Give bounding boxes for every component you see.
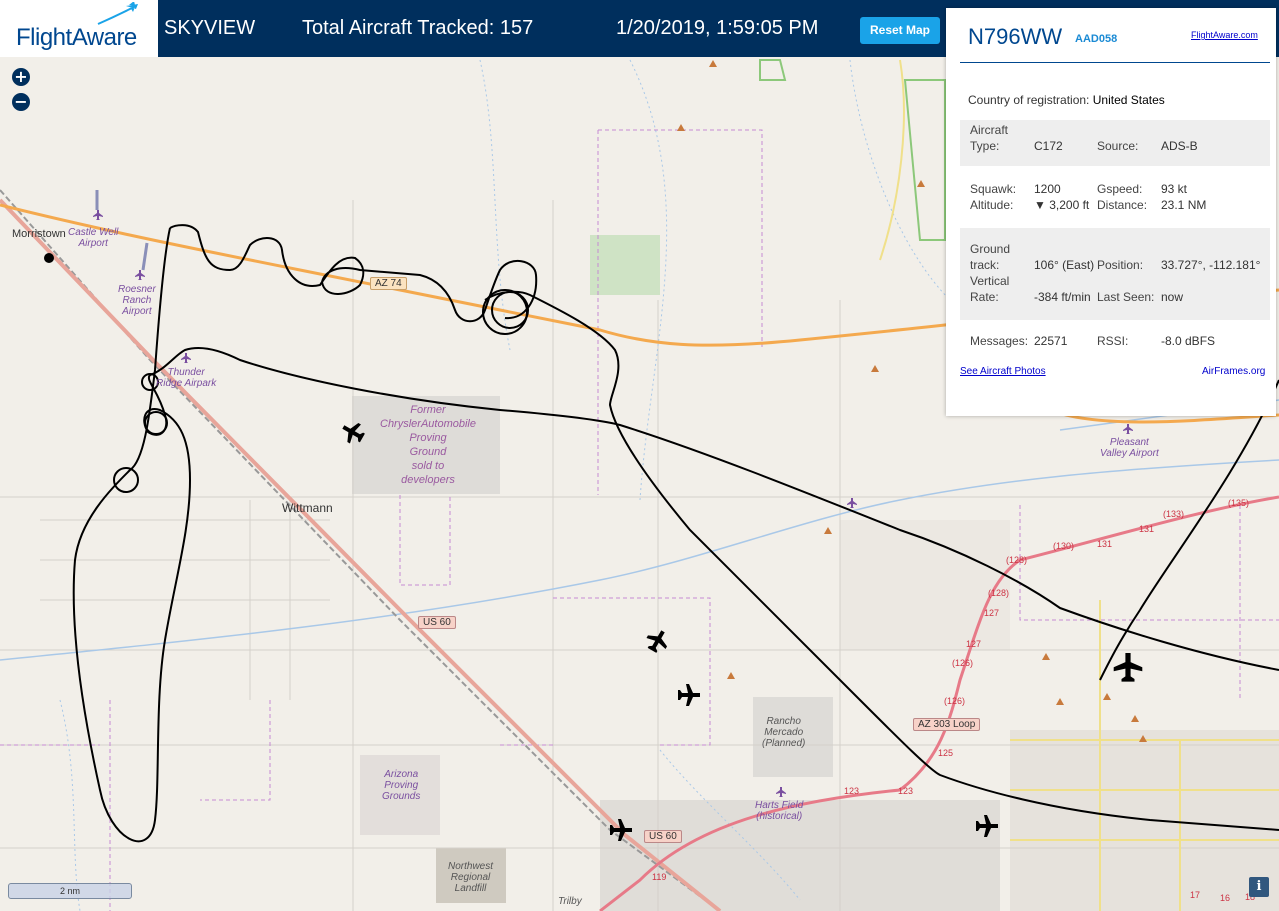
route-label: 127 (966, 639, 982, 649)
altitude-value: ▼ 3,200 ft (1034, 198, 1090, 212)
route-label: 16 (1220, 893, 1231, 903)
total-aircraft-tracked: Total Aircraft Tracked: 157 (302, 17, 534, 39)
country-of-registration: Country of registration: United States (968, 93, 1165, 107)
morristown-label: Morristown (12, 228, 66, 240)
reset-map-button[interactable]: Reset Map (860, 17, 940, 44)
messages-value: 22571 (1034, 334, 1068, 348)
us60-shield-1: US 60 (418, 616, 456, 629)
ground-track-section: Ground track: 106° (East) Position: 33.7… (960, 228, 1270, 320)
harts-field-label: Harts Field (historical) (755, 800, 804, 822)
route-label: (133) (1163, 509, 1185, 519)
map-scale: 2 nm (8, 883, 132, 899)
route-label: 125 (938, 748, 954, 758)
arizona-proving-label: Arizona Proving Grounds (382, 769, 421, 802)
see-aircraft-photos-link[interactable]: See Aircraft Photos (960, 366, 1046, 377)
aircraft-type-label: Aircraft (970, 123, 1009, 137)
route-label: (126) (944, 696, 966, 706)
az74-shield: AZ 74 (370, 277, 407, 290)
skyview-title: SKYVIEW (164, 17, 256, 39)
route-label: 131 (1097, 539, 1113, 549)
squawk-label: Squawk: (970, 182, 1017, 196)
route-label: (130) (1053, 541, 1075, 551)
az303-shield: AZ 303 Loop (913, 718, 981, 731)
ground-track-value: 106° (East) (1034, 258, 1095, 272)
route-label: (128) (988, 588, 1010, 598)
route-label: 123 (844, 786, 860, 796)
route-label: 17 (1190, 890, 1201, 900)
aircraft-callsign[interactable]: AAD058 (1075, 33, 1117, 45)
country-label: Country of registration: (968, 93, 1090, 107)
park-area (590, 235, 660, 295)
flightaware-logo[interactable]: FlightAware (0, 0, 158, 57)
rssi-label: RSSI: (1097, 334, 1129, 348)
zoom-out-icon[interactable]: − (12, 93, 30, 111)
route-label: 123 (898, 786, 914, 796)
route-label: (128) (1006, 555, 1028, 565)
route-label: (126) (952, 658, 974, 668)
route-label: (135) (1228, 498, 1250, 508)
altitude-label: Altitude: (970, 198, 1014, 212)
country-value: United States (1092, 93, 1165, 107)
thunder-ridge-label: Thunder Ridge Airpark (156, 367, 217, 389)
vertical-rate-label: Vertical (970, 274, 1010, 288)
zoom-in-icon[interactable]: + (12, 68, 30, 86)
gspeed-value: 93 kt (1161, 182, 1188, 196)
urban-area (1010, 730, 1279, 911)
ground-track-label: Ground (970, 242, 1011, 256)
route-label: 127 (984, 608, 1000, 618)
logo-text: FlightAware (16, 24, 137, 51)
messages-label: Messages: (970, 334, 1029, 348)
aircraft-type-section: Aircraft Type: C172 Source: ADS-B (960, 120, 1270, 166)
rancho-mercado-label: Rancho Mercado (Planned) (762, 716, 806, 749)
chrysler-proving-label: Former ChryslerAutomobile Proving Ground sol… (380, 404, 476, 486)
plane-logo-icon (97, 2, 138, 25)
gspeed-label: Gspeed: (1097, 182, 1143, 196)
position-label: Position: (1097, 258, 1144, 272)
pleasant-valley-label: Pleasant Valley Airport (1100, 437, 1159, 459)
distance-value: 23.1 NM (1161, 198, 1207, 212)
us60-shield-2: US 60 (644, 830, 682, 843)
source-label: Source: (1097, 139, 1139, 153)
position-value: 33.727°, -112.181° (1161, 258, 1261, 272)
distance-label: Distance: (1097, 198, 1148, 212)
flightaware-link[interactable]: FlightAware.com (1191, 30, 1258, 40)
last-seen-value: now (1161, 290, 1184, 304)
squawk-value: 1200 (1034, 182, 1061, 196)
vertical-rate-label-2: Rate: (970, 290, 999, 304)
current-datetime: 1/20/2019, 1:59:05 PM (616, 17, 819, 39)
landfill-label: Northwest Regional Landfill (448, 861, 494, 894)
aircraft-type-label-2: Type: (970, 139, 1000, 153)
wittmann-label: Wittmann (282, 501, 333, 515)
source-value: ADS-B (1161, 139, 1198, 153)
route-label: 131 (1139, 524, 1155, 534)
last-seen-label: Last Seen: (1097, 290, 1155, 304)
morristown-dot (44, 253, 54, 263)
roesner-ranch-label: Roesner Ranch Airport (118, 284, 156, 317)
ground-track-label-2: track: (970, 258, 1000, 272)
aircraft-type-value: C172 (1034, 139, 1063, 153)
trilby-label: Trilby (558, 896, 582, 907)
castle-well-label: Castle Well Airport (68, 227, 119, 249)
rssi-value: -8.0 dBFS (1161, 334, 1216, 348)
airframes-link[interactable]: AirFrames.org (1202, 366, 1265, 377)
panel-divider (960, 62, 1270, 63)
vertical-rate-value: -384 ft/min (1034, 290, 1091, 304)
info-icon[interactable]: i (1249, 877, 1269, 897)
route-label: 119 (652, 872, 667, 882)
aircraft-detail-panel: N796WW AAD058 FlightAware.com Country of… (946, 8, 1276, 416)
aircraft-registration: N796WW (968, 24, 1063, 49)
